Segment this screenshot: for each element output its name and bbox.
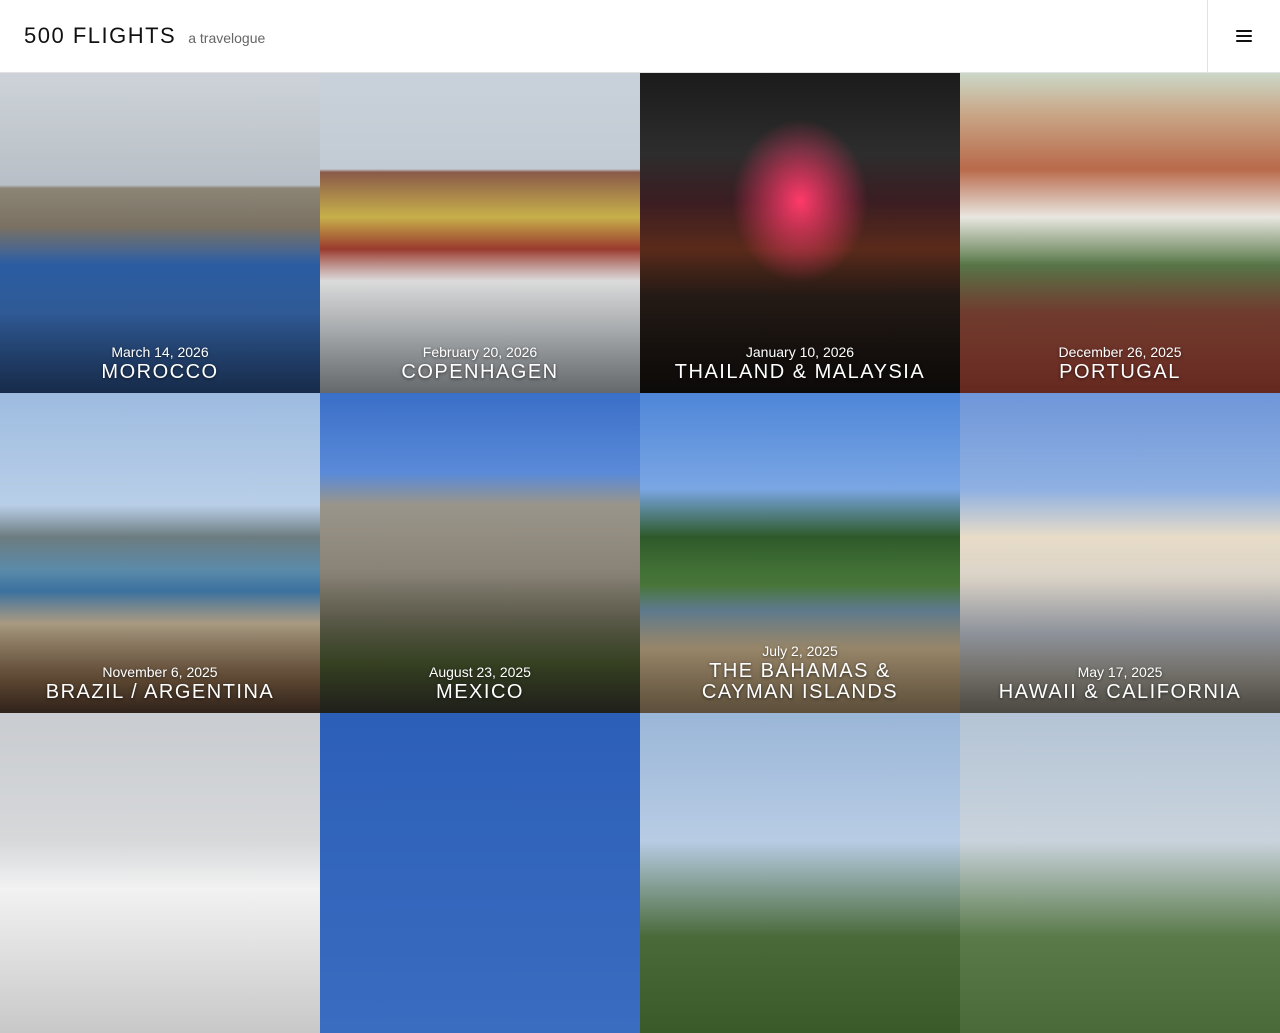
post-caption: January 10, 2026 THAILAND & MALAYSIA (640, 344, 960, 383)
post-caption: May 17, 2025 HAWAII & CALIFORNIA (960, 664, 1280, 703)
post-tile-bahamas-cayman[interactable]: July 2, 2025 THE BAHAMAS & CAYMAN ISLAND… (640, 393, 960, 713)
post-title[interactable]: COPENHAGEN (320, 362, 640, 383)
post-tile-portugal[interactable]: December 26, 2025 PORTUGAL (960, 73, 1280, 393)
post-tile-hawaii-california[interactable]: May 17, 2025 HAWAII & CALIFORNIA (960, 393, 1280, 713)
post-grid: March 14, 2026 MOROCCO February 20, 2026… (0, 73, 1280, 1033)
post-tile[interactable] (640, 713, 960, 1033)
post-caption: November 6, 2025 BRAZIL / ARGENTINA (0, 664, 320, 703)
site-title[interactable]: 500 FLIGHTS (24, 23, 176, 49)
post-title[interactable]: MOROCCO (0, 362, 320, 383)
post-tile-thailand-malaysia[interactable]: January 10, 2026 THAILAND & MALAYSIA (640, 73, 960, 393)
post-image (320, 713, 640, 1033)
site-tagline: a travelogue (188, 30, 266, 46)
post-date: August 23, 2025 (429, 664, 531, 680)
post-tile[interactable] (960, 713, 1280, 1033)
post-tile[interactable] (320, 713, 640, 1033)
site-header: 500 FLIGHTS a travelogue (0, 0, 1280, 73)
post-tile-copenhagen[interactable]: February 20, 2026 COPENHAGEN (320, 73, 640, 393)
post-title[interactable]: BRAZIL / ARGENTINA (0, 682, 320, 703)
post-date: July 2, 2025 (762, 643, 838, 659)
hamburger-menu-icon (1236, 30, 1252, 42)
post-title[interactable]: THAILAND & MALAYSIA (640, 362, 960, 383)
post-caption: July 2, 2025 THE BAHAMAS & CAYMAN ISLAND… (640, 643, 960, 703)
post-image (640, 713, 960, 1033)
post-tile-brazil-argentina[interactable]: November 6, 2025 BRAZIL / ARGENTINA (0, 393, 320, 713)
post-title[interactable]: MEXICO (320, 682, 640, 703)
post-title[interactable]: PORTUGAL (960, 362, 1280, 383)
post-tile-mexico[interactable]: August 23, 2025 MEXICO (320, 393, 640, 713)
post-date: January 10, 2026 (745, 344, 855, 360)
post-tile[interactable] (0, 713, 320, 1033)
post-title[interactable]: HAWAII & CALIFORNIA (960, 682, 1280, 703)
post-date: May 17, 2025 (1077, 664, 1163, 680)
post-title[interactable]: THE BAHAMAS & CAYMAN ISLANDS (640, 661, 960, 703)
post-image (0, 713, 320, 1033)
post-tile-morocco[interactable]: March 14, 2026 MOROCCO (0, 73, 320, 393)
post-date: March 14, 2026 (111, 344, 209, 360)
post-caption: August 23, 2025 MEXICO (320, 664, 640, 703)
post-date: December 26, 2025 (1058, 344, 1182, 360)
menu-button[interactable] (1207, 0, 1280, 72)
post-caption: March 14, 2026 MOROCCO (0, 344, 320, 383)
post-caption: December 26, 2025 PORTUGAL (960, 344, 1280, 383)
brand[interactable]: 500 FLIGHTS a travelogue (0, 23, 265, 49)
post-caption: February 20, 2026 COPENHAGEN (320, 344, 640, 383)
post-image (960, 713, 1280, 1033)
post-date: February 20, 2026 (422, 344, 538, 360)
post-date: November 6, 2025 (102, 664, 218, 680)
